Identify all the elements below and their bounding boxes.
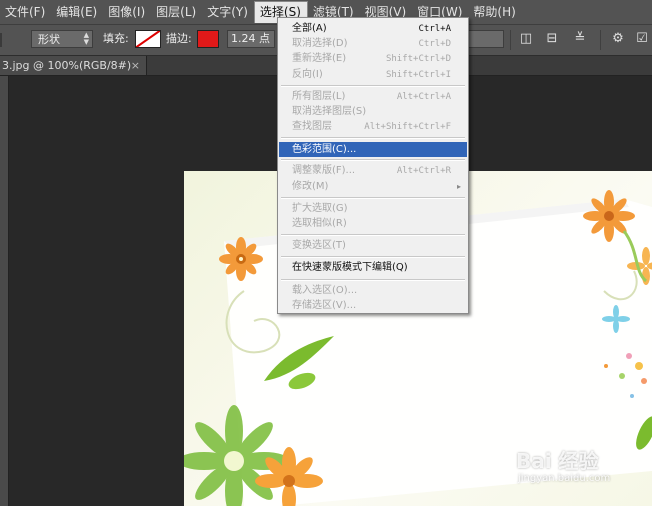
menu-item-label: 色彩范围(C)...	[292, 144, 357, 156]
menu-item-shortcut: Alt+Ctrl+R	[396, 166, 451, 177]
menu-item-label: 选取相似(R)	[292, 218, 347, 229]
menu-separator	[281, 137, 465, 140]
menu-item-shortcut: Ctrl+D	[418, 39, 451, 50]
menu-edit[interactable]: 编辑(E)	[51, 1, 103, 23]
menu-item-label: 取消选择图层(S)	[292, 106, 367, 117]
menu-item-7-1[interactable]: 存储选区(V)...	[279, 299, 467, 313]
menu-separator	[281, 234, 465, 237]
menu-item-0-2[interactable]: 重新选择(E) Shift+Ctrl+D	[279, 52, 467, 66]
fill-swatch[interactable]	[135, 30, 161, 48]
separator	[600, 30, 601, 50]
menu-item-label: 存储选区(V)...	[292, 299, 357, 311]
menu-item-3-1[interactable]: 修改(M) ▸	[279, 180, 467, 194]
menu-item-0-3[interactable]: 反向(I) Shift+Ctrl+I	[279, 68, 467, 82]
menu-item-4-0[interactable]: 扩大选取(G)	[279, 202, 467, 216]
menu-item-shortcut: Shift+Ctrl+I	[385, 69, 451, 80]
watermark-url: jingyan.baidu.com	[518, 473, 611, 484]
menu-item-1-1[interactable]: 取消选择图层(S)	[279, 105, 467, 119]
shape-mode-value: 形状	[38, 33, 60, 46]
menu-item-0-1[interactable]: 取消选择(D) Ctrl+D	[279, 37, 467, 51]
menu-image[interactable]: 图像(I)	[103, 1, 151, 23]
align-edges-checkbox[interactable]: ☑	[634, 31, 650, 47]
menu-separator	[281, 84, 465, 87]
menu-separator	[281, 278, 465, 281]
menu-item-label: 在快速蒙版模式下编辑(Q)	[292, 262, 408, 274]
menu-item-5-0[interactable]: 变换选区(T)	[279, 239, 467, 253]
menu-item-label: 取消选择(D)	[292, 38, 348, 50]
menu-separator	[281, 256, 465, 259]
menu-separator	[281, 196, 465, 199]
menu-item-label: 查找图层	[292, 121, 332, 133]
menu-item-1-0[interactable]: 所有图层(L) Alt+Ctrl+A	[279, 90, 467, 104]
menu-separator	[281, 159, 465, 162]
stroke-color-swatch[interactable]	[197, 30, 219, 48]
menu-item-label: 载入选区(O)...	[292, 284, 358, 296]
fill-label: 填充:	[103, 32, 129, 45]
menu-item-shortcut: Shift+Ctrl+D	[385, 54, 451, 65]
menu-item-shortcut: Alt+Ctrl+A	[396, 91, 451, 102]
menu-item-1-2[interactable]: 查找图层 Alt+Shift+Ctrl+F	[279, 120, 467, 134]
select-arrows-icon: ▲ ▼	[83, 31, 89, 46]
document-tab[interactable]: 3.jpg @ 100%(RGB/8#) ×	[0, 56, 147, 75]
path-arrangement-icon[interactable]: ≚	[572, 31, 588, 47]
shape-mode-select[interactable]: 形状 ▲ ▼	[31, 30, 93, 48]
menu-item-0-0[interactable]: 全部(A) Ctrl+A	[279, 22, 467, 36]
menu-item-3-0[interactable]: 调整蒙版(F)... Alt+Ctrl+R	[279, 164, 467, 178]
menu-item-label: 全部(A)	[292, 23, 327, 34]
menu-item-shortcut: Alt+Shift+Ctrl+F	[364, 122, 451, 133]
menu-item-shortcut: Ctrl+A	[418, 24, 451, 34]
select-menu-dropdown: 全部(A) Ctrl+A 取消选择(D) Ctrl+D 重新选择(E) Shift+Ctr…	[277, 17, 469, 314]
path-operations-icon[interactable]: ◫	[518, 31, 534, 47]
separator	[510, 30, 511, 50]
menu-item-label: 修改(M)	[292, 180, 329, 192]
menu-item-2-0[interactable]: 色彩范围(C)...	[279, 142, 467, 158]
panel-grip[interactable]	[0, 33, 8, 47]
menu-item-6-0[interactable]: 在快速蒙版模式下编辑(Q)	[279, 261, 467, 275]
menu-item-label: 变换选区(T)	[292, 240, 346, 252]
submenu-arrow-icon: ▸	[456, 181, 461, 191]
menu-item-4-1[interactable]: 选取相似(R)	[279, 217, 467, 231]
menu-help[interactable]: 帮助(H)	[468, 1, 521, 23]
menu-item-label: 重新选择(E)	[292, 53, 347, 65]
document-tab-title: 3.jpg @ 100%(RGB/8#)	[2, 59, 132, 72]
stroke-type-field[interactable]	[466, 30, 504, 48]
baidu-jingyan-watermark: Bai 经验 jingyan.baidu.com	[516, 445, 652, 495]
stroke-width-field[interactable]: 1.24 点	[227, 30, 275, 48]
menu-item-label: 调整蒙版(F)...	[292, 165, 356, 177]
menu-type[interactable]: 文字(Y)	[202, 1, 254, 23]
menu-item-label: 反向(I)	[292, 68, 323, 80]
close-icon[interactable]: ×	[131, 56, 140, 75]
stroke-label: 描边:	[166, 32, 192, 45]
menu-file[interactable]: 文件(F)	[0, 1, 51, 23]
menu-item-label: 所有图层(L)	[292, 90, 346, 102]
tools-panel-edge	[0, 76, 9, 506]
menu-layer[interactable]: 图层(L)	[151, 1, 202, 23]
menu-item-7-0[interactable]: 载入选区(O)...	[279, 284, 467, 298]
gear-icon[interactable]: ⚙	[610, 31, 626, 47]
menu-item-label: 扩大选取(G)	[292, 202, 348, 214]
path-alignment-icon[interactable]: ⊟	[544, 31, 560, 47]
watermark-logo: Bai 经验	[516, 449, 599, 473]
